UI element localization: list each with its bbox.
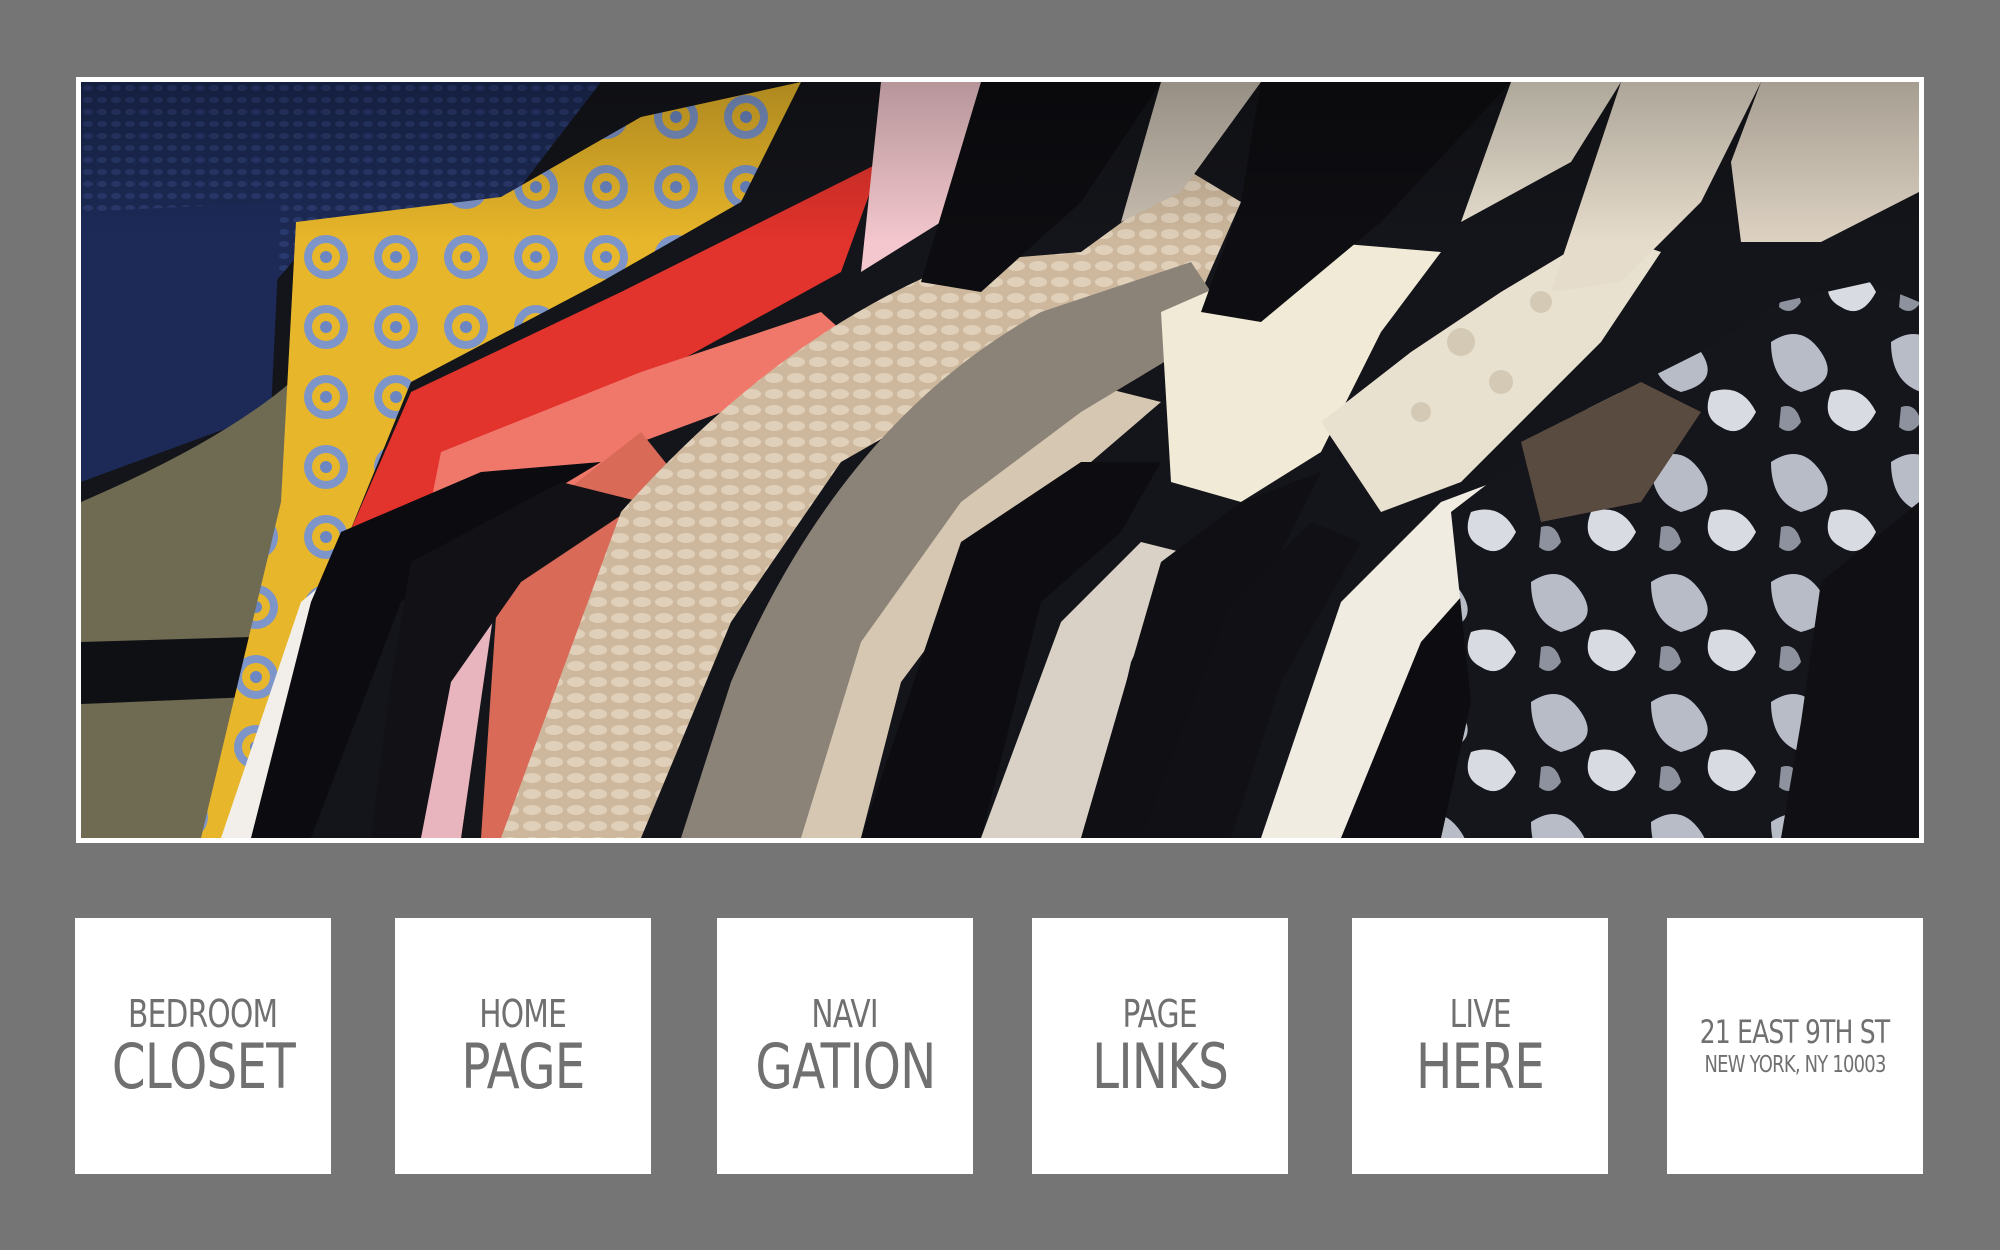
tile-navigation[interactable]: NAVI GATION	[717, 918, 973, 1174]
tile-live-here[interactable]: LIVE HERE	[1352, 918, 1608, 1174]
tile-label-bottom: HERE	[1416, 1030, 1545, 1103]
tile-label-top: LIVE	[1449, 992, 1511, 1036]
tile-bedroom-closet[interactable]: BEDROOM CLOSET	[75, 918, 331, 1174]
tile-label-top: HOME	[479, 992, 568, 1036]
address-tile: 21 EAST 9TH ST NEW YORK, NY 10003	[1667, 918, 1923, 1174]
tile-home-page[interactable]: HOME PAGE	[395, 918, 651, 1174]
tile-label-bottom: GATION	[754, 1030, 936, 1103]
tile-label-bottom: PAGE	[461, 1030, 585, 1103]
tile-label-bottom: CLOSET	[111, 1030, 295, 1103]
tile-label-bottom: LINKS	[1092, 1030, 1229, 1103]
address-street: 21 EAST 9TH ST	[1700, 1013, 1890, 1051]
tile-label-top: BEDROOM	[128, 992, 278, 1036]
clothes-rack-photo	[81, 82, 1919, 838]
tile-page-links[interactable]: PAGE LINKS	[1032, 918, 1288, 1174]
hero-photo-frame	[76, 77, 1924, 843]
tile-label-top: NAVI	[811, 992, 879, 1036]
address-city: NEW YORK, NY 10003	[1704, 1052, 1886, 1078]
tile-label-top: PAGE	[1122, 992, 1198, 1036]
